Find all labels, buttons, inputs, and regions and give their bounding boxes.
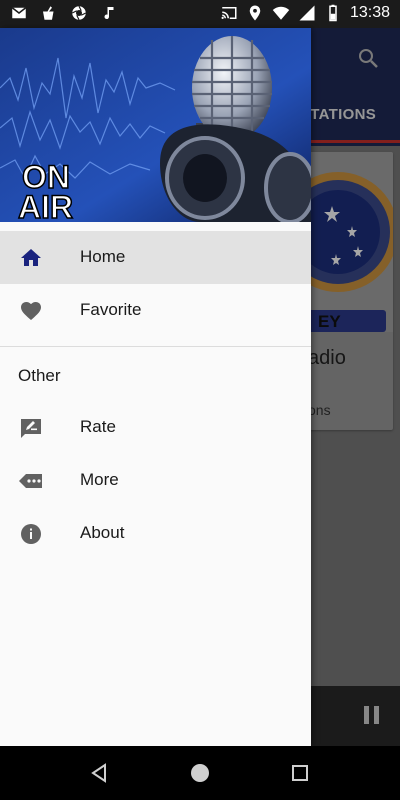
drawer-item-more[interactable]: More — [0, 454, 311, 507]
navigation-drawer: ON AIR Home Favorite Other Rate More Abo… — [0, 28, 311, 746]
cellular-signal-icon — [299, 5, 315, 21]
drawer-item-favorite[interactable]: Favorite — [0, 284, 311, 337]
info-icon — [21, 524, 41, 544]
home-circle-icon[interactable] — [190, 763, 210, 783]
rate-icon — [21, 419, 41, 438]
drawer-item-label: Home — [80, 247, 126, 266]
drawer-item-label: Favorite — [80, 300, 142, 319]
drawer-item-label: About — [80, 523, 125, 542]
drawer-section-other: Other — [0, 347, 311, 401]
on-air-microphone-image: ON AIR — [0, 28, 311, 222]
wifi-icon — [272, 6, 290, 20]
camera-aperture-icon — [71, 5, 87, 21]
notification-icons — [10, 4, 118, 22]
drawer-item-rate[interactable]: Rate — [0, 401, 311, 454]
drawer-menu: Home Favorite Other Rate More About — [0, 231, 311, 560]
mail-icon — [11, 7, 27, 19]
more-tag-icon — [19, 474, 42, 488]
music-note-icon — [104, 7, 114, 20]
clock: 13:38 — [349, 4, 390, 21]
status-bar: 13:38 — [0, 0, 400, 28]
drawer-item-home[interactable]: Home — [0, 231, 311, 284]
cleaner-icon — [43, 6, 54, 20]
section-title: Other — [18, 366, 61, 385]
drawer-item-about[interactable]: About — [0, 507, 311, 560]
system-navigation-bar — [0, 746, 400, 800]
back-icon[interactable] — [90, 763, 110, 783]
heart-icon — [21, 302, 41, 320]
location-icon — [249, 5, 261, 21]
drawer-item-label: More — [80, 470, 119, 489]
drawer-header-banner: ON AIR — [0, 28, 311, 222]
system-status-icons: 13:38 — [220, 4, 390, 22]
cast-icon — [221, 7, 237, 19]
battery-icon — [329, 4, 337, 22]
recents-icon[interactable] — [290, 763, 310, 783]
on-air-line2: AIR — [18, 189, 73, 222]
home-icon — [21, 249, 41, 266]
drawer-item-label: Rate — [80, 417, 116, 436]
